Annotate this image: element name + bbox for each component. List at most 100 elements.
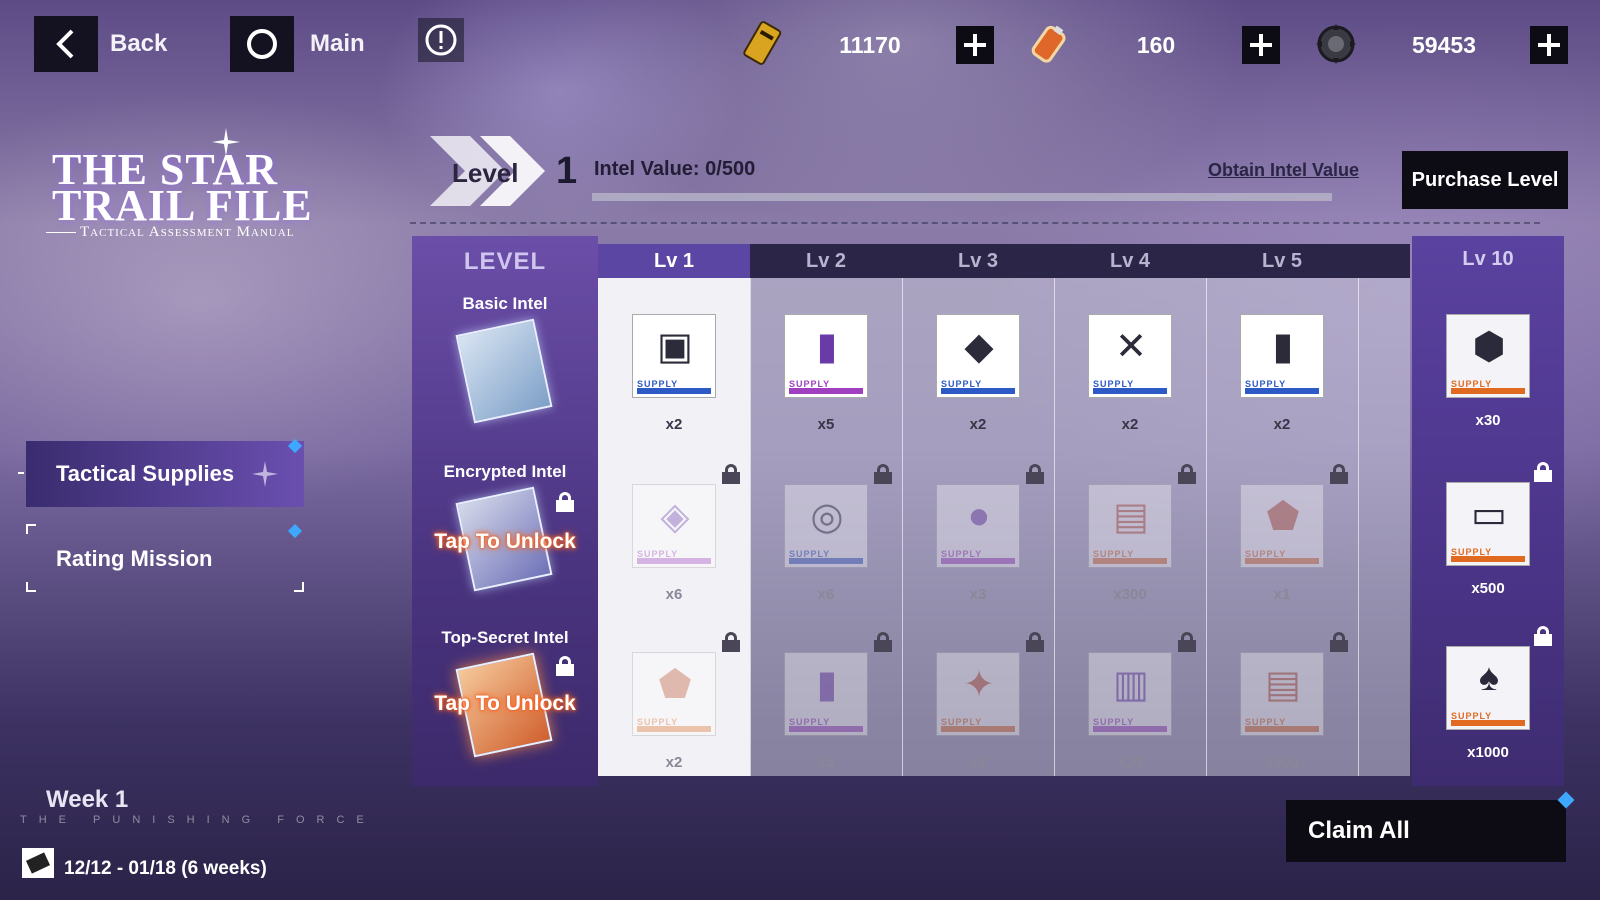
level-column-header[interactable]: Lv 5 — [1206, 244, 1358, 278]
plus-icon — [964, 34, 986, 56]
lock-icon — [722, 632, 740, 652]
header-divider — [410, 222, 1540, 224]
canister-icon: ▮ — [816, 663, 838, 706]
reward-quantity: x2 — [665, 416, 683, 433]
reward-grid: Lv 1 ▣ SUPPLY x2 ◈ SUPPLY x6 ⬟ SUPPLY x2 Lv 2 ▮ SUPP… — [598, 244, 1410, 776]
rarity-bar — [1451, 720, 1525, 726]
reward-quantity: x3 — [969, 586, 987, 603]
lock-icon — [556, 656, 574, 676]
add-gear-coin-button[interactable] — [1530, 26, 1568, 64]
circle-icon — [247, 29, 277, 59]
rarity-bar — [1093, 388, 1167, 394]
back-label[interactable]: Back — [110, 30, 167, 58]
card-icon: ▭ — [1471, 493, 1507, 536]
main-label[interactable]: Main — [310, 30, 365, 58]
basic-manual-icon — [455, 318, 553, 424]
canister-icon: ▮ — [1272, 325, 1294, 368]
rarity-bar — [637, 726, 711, 732]
reward-quantity: x900 — [1265, 754, 1299, 771]
back-button[interactable] — [34, 16, 98, 72]
gift-icon: ✦ — [963, 663, 995, 706]
notification-dot — [287, 438, 303, 454]
lock-icon — [1178, 464, 1196, 484]
rarity-bar — [1451, 388, 1525, 394]
rarity-bar — [1451, 556, 1525, 562]
lock-icon — [556, 492, 574, 512]
lock-icon — [722, 464, 740, 484]
reward-quantity: x2 — [1273, 416, 1291, 433]
reward-item[interactable]: ▤ SUPPLY — [1088, 484, 1172, 568]
level-column-header[interactable]: Lv 4 — [1054, 244, 1206, 278]
unlock-topsecret-button[interactable]: Tap To Unlock — [412, 692, 598, 716]
nav-tactical-supplies[interactable]: Tactical Supplies — [26, 438, 304, 507]
reward-quantity: x5 — [817, 416, 835, 433]
level-header: LEVEL — [463, 248, 547, 275]
rarity-bar — [789, 726, 863, 732]
rarity-bar — [941, 558, 1015, 564]
main-button[interactable] — [230, 16, 294, 72]
document-icon: ▤ — [1113, 495, 1149, 538]
obtain-intel-link[interactable]: Obtain Intel Value — [1208, 160, 1359, 181]
rarity-bar — [941, 388, 1015, 394]
reward-item[interactable]: ▮ SUPPLY — [784, 314, 868, 398]
nav-tactical-supplies-label: Tactical Supplies — [56, 461, 235, 486]
reward-quantity: x6 — [817, 586, 835, 603]
reward-item[interactable]: ▮ SUPPLY — [1240, 314, 1324, 398]
lock-icon — [1026, 632, 1044, 652]
purchase-level-button[interactable]: Purchase Level — [1402, 151, 1568, 209]
reward-quantity: x6 — [665, 586, 683, 603]
level-column-header[interactable]: Lv 3 — [902, 244, 1054, 278]
sparkle-icon — [212, 128, 240, 156]
rarity-bar — [941, 726, 1015, 732]
rarity-bar — [789, 558, 863, 564]
armor-icon: ⬟ — [1266, 495, 1300, 538]
lock-icon — [874, 464, 892, 484]
level-column-1: Lv 1 ▣ SUPPLY x2 ◈ SUPPLY x6 ⬟ SUPPLY x2 — [598, 244, 750, 776]
reward-item[interactable]: ◈ SUPPLY — [632, 484, 716, 568]
reward-item[interactable]: ⬟ SUPPLY — [632, 652, 716, 736]
sparkle-icon — [252, 461, 278, 487]
canister-icon: ▮ — [816, 325, 838, 368]
reward-item[interactable]: ✕ SUPPLY — [1088, 314, 1172, 398]
reward-quantity: x30 — [1475, 412, 1501, 429]
nav-rating-mission[interactable]: Rating Mission — [26, 523, 304, 592]
reward-quantity: x2 — [969, 416, 987, 433]
rarity-bar — [1093, 558, 1167, 564]
level-column-header[interactable]: Lv 1 — [598, 244, 750, 278]
unlock-encrypted-button[interactable]: Tap To Unlock — [412, 530, 598, 554]
chip-box-icon: ▣ — [657, 325, 693, 368]
reward-item[interactable]: ◆ SUPPLY — [936, 314, 1020, 398]
tier-encrypted-label: Encrypted Intel — [443, 462, 567, 481]
reward-item[interactable]: ◎ SUPPLY — [784, 484, 868, 568]
level-word: Level — [452, 158, 519, 188]
reward-item[interactable]: ⬢ SUPPLY — [1446, 314, 1530, 398]
reward-item[interactable]: ▥ SUPPLY — [1088, 652, 1172, 736]
info-button[interactable] — [418, 18, 464, 62]
reward-item[interactable]: ♠ SUPPLY — [1446, 646, 1530, 730]
level-column-peek — [1358, 244, 1410, 776]
title-line2: TRAIL FILE — [52, 181, 313, 230]
reward-item[interactable]: ⬟ SUPPLY — [1240, 484, 1324, 568]
lock-icon — [1330, 464, 1348, 484]
add-ticket-button[interactable] — [956, 26, 994, 64]
gear-coin-count: 59453 — [1412, 32, 1476, 58]
armor-icon: ⬟ — [658, 663, 692, 706]
tool-icon: ✕ — [1115, 325, 1147, 368]
reward-quantity: x2 — [969, 754, 987, 771]
reward-item[interactable]: ✦ SUPPLY — [936, 652, 1020, 736]
reward-item[interactable]: ● SUPPLY — [936, 484, 1020, 568]
character-card-icon: ♠ — [1478, 656, 1500, 699]
reward-item[interactable]: ▮ SUPPLY — [784, 652, 868, 736]
add-battery-button[interactable] — [1242, 26, 1280, 64]
level-column-header[interactable]: Lv 2 — [750, 244, 902, 278]
coil-icon: ◎ — [810, 495, 844, 538]
reward-item[interactable]: ▣ SUPPLY — [632, 314, 716, 398]
title-subtitle: Tactical Assessment Manual — [80, 224, 295, 240]
week-label: Week 1 — [46, 786, 129, 813]
tier-basic-label: Basic Intel — [462, 294, 548, 313]
reward-item[interactable]: ▤ SUPPLY — [1240, 652, 1324, 736]
level-column-5: Lv 5 ▮ SUPPLY x2 ⬟ SUPPLY x1 ▤ SUPPLY x900 — [1206, 244, 1358, 776]
claim-all-button[interactable]: Claim All — [1286, 800, 1566, 862]
gear-coin-icon — [1312, 20, 1360, 68]
reward-item[interactable]: ▭ SUPPLY — [1446, 482, 1530, 566]
